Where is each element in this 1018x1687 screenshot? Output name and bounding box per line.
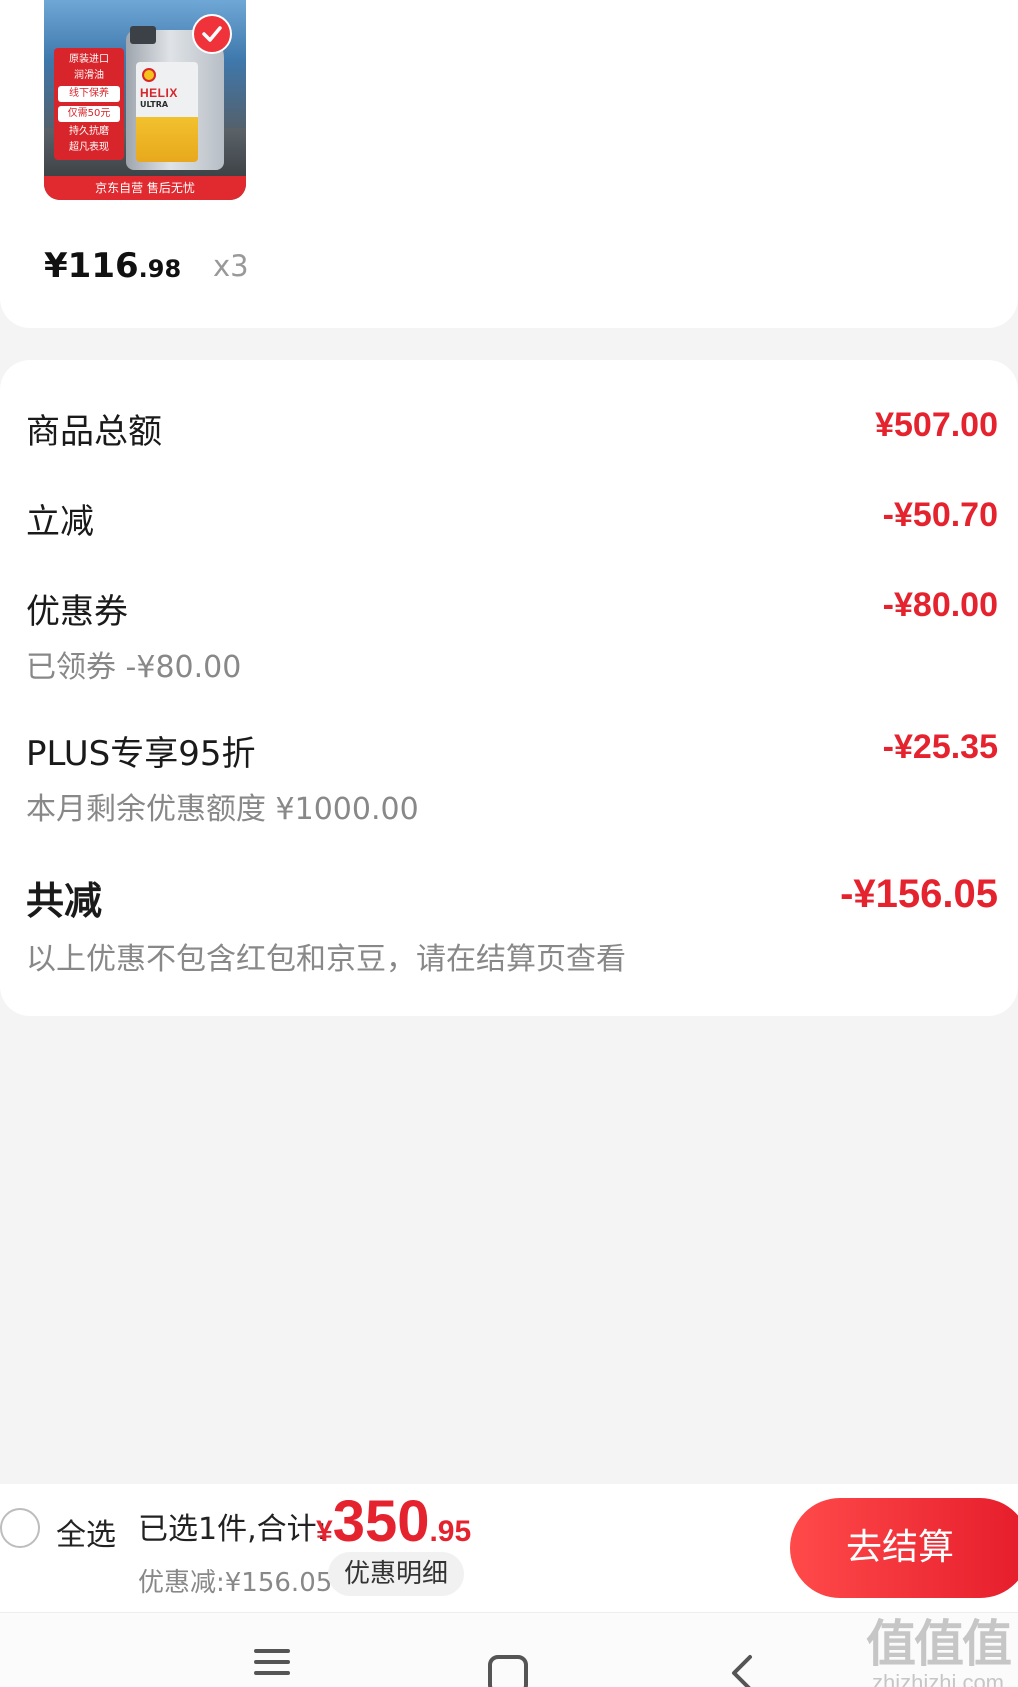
image-sub-text: ULTRA [140, 100, 169, 109]
image-brand-text: HELIX [140, 86, 178, 100]
image-promo-mid2: 仅需50元 [58, 106, 120, 122]
instant-discount-label: 立减 [26, 502, 94, 542]
plus-remaining-quota: 本月剩余优惠额度 ¥1000.00 [26, 792, 419, 827]
product-card: 原装进口 润滑油 线下保养 仅需50元 持久抗磨 超凡表现 HELIX ULTR… [0, 0, 1018, 328]
select-all-radio[interactable] [0, 1508, 40, 1548]
discount-detail-button[interactable]: 优惠明细 [328, 1552, 465, 1596]
check-icon[interactable] [192, 14, 232, 54]
plus-discount-label: PLUS专享95折 [26, 734, 256, 774]
image-promo-mid1: 线下保养 [58, 86, 120, 102]
total-discount-note: 以上优惠不包含红包和京豆，请在结算页查看 [26, 942, 626, 977]
image-promo-line2: 润滑油 [74, 70, 104, 81]
price-integer: ¥116 [44, 246, 139, 286]
home-icon[interactable] [488, 1655, 528, 1687]
select-all-label[interactable]: 全选 [56, 1510, 116, 1554]
product-image[interactable]: 原装进口 润滑油 线下保养 仅需50元 持久抗磨 超凡表现 HELIX ULTR… [44, 0, 246, 200]
total-integer: 350 [332, 1489, 430, 1554]
image-promo-panel: 原装进口 润滑油 线下保养 仅需50元 持久抗磨 超凡表现 [54, 48, 124, 160]
checkout-button[interactable]: 去结算 [790, 1498, 1018, 1598]
coupon-value: -¥80.00 [882, 586, 998, 624]
discount-amount: 优惠减:¥156.05 [138, 1568, 333, 1598]
back-icon[interactable] [728, 1653, 756, 1687]
product-quantity: x3 [213, 249, 249, 283]
image-promo-line3: 持久抗磨 [69, 126, 109, 137]
shell-logo-icon [142, 68, 156, 82]
menu-icon[interactable] [254, 1649, 290, 1682]
instant-discount-value: -¥50.70 [882, 496, 998, 534]
image-promo-line1: 原装进口 [69, 54, 109, 65]
selected-info: 已选1件,合计: [138, 1512, 327, 1547]
image-banner: 京东自营 售后无忧 [44, 176, 246, 200]
goods-total-label: 商品总额 [26, 412, 162, 452]
price-cents: .98 [138, 255, 182, 283]
product-price: ¥116 .98 [44, 246, 181, 286]
total-discount-value: -¥156.05 [840, 872, 998, 916]
coupon-label: 优惠券 [26, 592, 128, 632]
oil-can-cap [130, 26, 156, 44]
cart-page: 原装进口 润滑油 线下保养 仅需50元 持久抗磨 超凡表现 HELIX ULTR… [0, 0, 1018, 1687]
watermark-glyphs: 值值值 [866, 1615, 1012, 1673]
total-symbol: ¥ [316, 1515, 333, 1548]
order-total: ¥ 350 .95 [316, 1488, 471, 1555]
watermark-url: zhizhizhi.com [871, 1670, 1005, 1687]
image-promo-line4: 超凡表现 [69, 142, 109, 153]
checkout-bar: 全选 已选1件,合计: ¥ 350 .95 优惠减:¥156.05 优惠明细 去… [0, 1484, 1018, 1612]
total-discount-label: 共减 [26, 879, 103, 923]
total-decimal: .95 [429, 1515, 472, 1548]
goods-total-value: ¥507.00 [875, 406, 998, 444]
coupon-sub: 已领券 -¥80.00 [26, 650, 242, 685]
plus-discount-value: -¥25.35 [882, 728, 998, 766]
price-summary-card: 商品总额 ¥507.00 立减 -¥50.70 优惠券 -¥80.00 已领券 … [0, 360, 1018, 1016]
watermark: 值值值 zhizhizhi.com [866, 1604, 1012, 1687]
